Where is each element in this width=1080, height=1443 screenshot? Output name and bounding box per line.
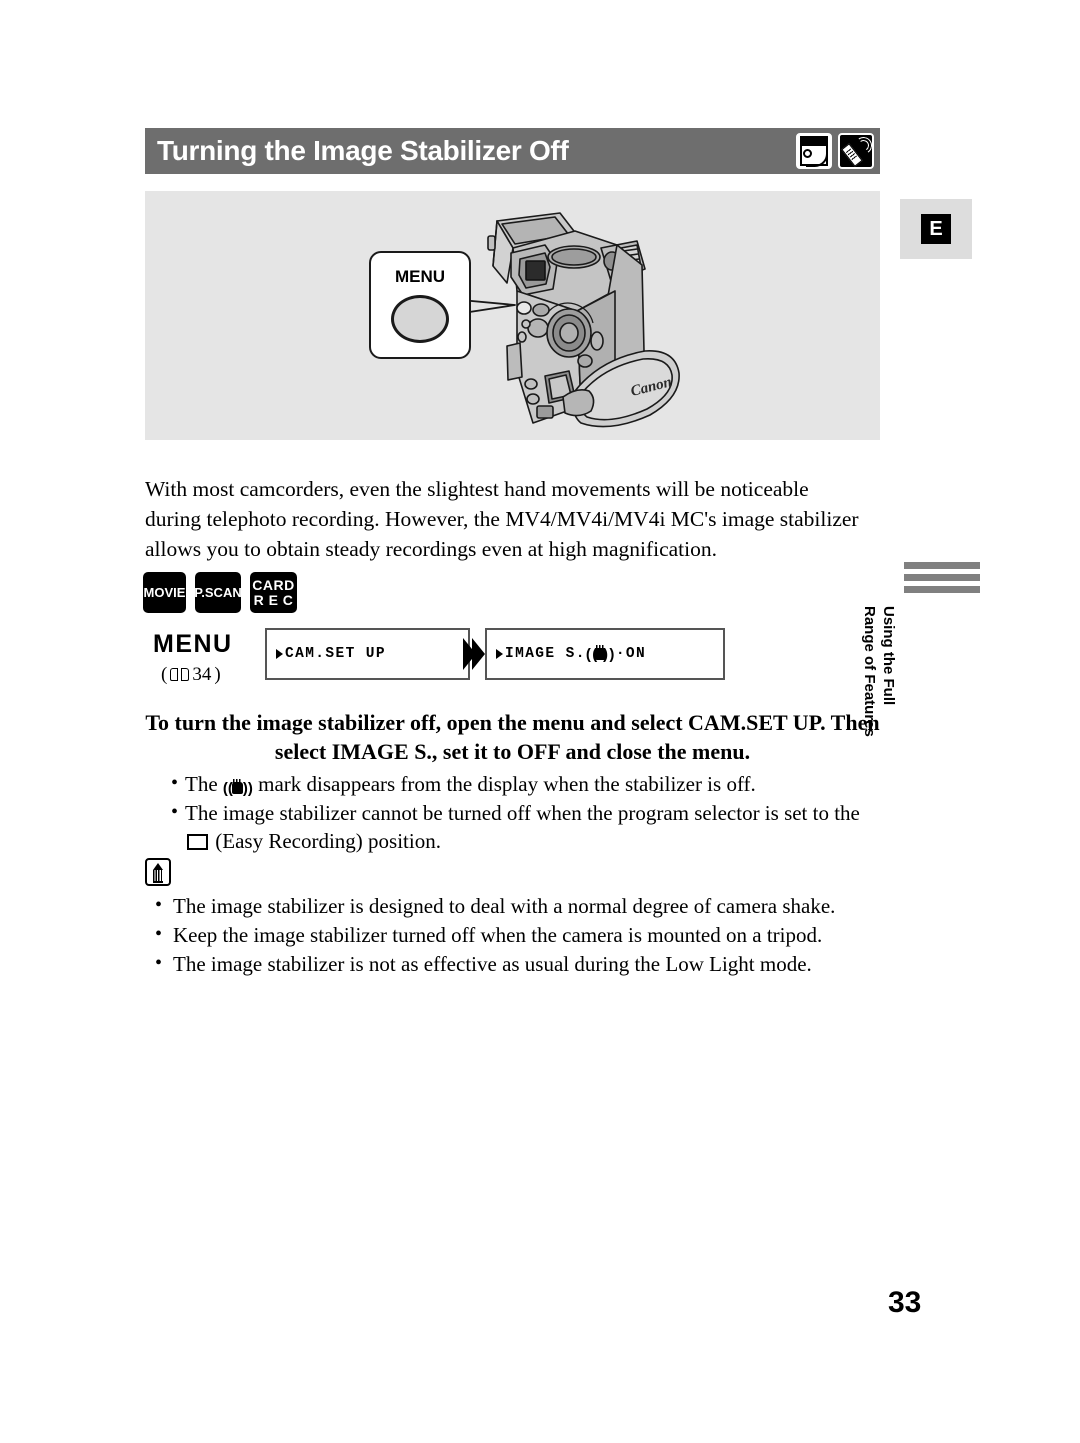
- mode-badge-rec-label: R E C: [253, 591, 294, 608]
- notes-bullet-3: The image stabilizer is not as effective…: [145, 949, 880, 978]
- mode-badge-pscan: P.SCAN: [194, 572, 242, 613]
- side-tab-bar-2: [904, 574, 980, 581]
- language-tab-letter: E: [921, 214, 951, 244]
- instruction-bullet-2: The image stabilizer cannot be turned of…: [145, 798, 880, 855]
- remote-control-icon: [838, 133, 874, 169]
- header-title-bar: Turning the Image Stabilizer Off: [145, 128, 786, 174]
- stabilizer-hand-icon-inline: (()): [222, 779, 253, 797]
- menu-button-graphic: [391, 295, 449, 343]
- instruction-block: To turn the image stabilizer off, open t…: [145, 708, 880, 856]
- page-number: 33: [888, 1286, 922, 1319]
- instruction-heading: To turn the image stabilizer off, open t…: [145, 710, 880, 764]
- note-memo-icon: [145, 858, 171, 886]
- illustration-panel: Canon MENU: [145, 191, 880, 440]
- menu-page-reference: ( 34 ): [161, 664, 221, 686]
- mode-badge-movie: MOVIE: [143, 572, 186, 613]
- reference-page-number: 34: [192, 664, 212, 685]
- language-tab-e: E: [900, 199, 972, 259]
- side-tab-line-2: Range of Features: [861, 606, 878, 737]
- side-tab-text: Using the Full Range of Features: [860, 606, 898, 786]
- book-icon: [170, 668, 190, 682]
- mode-badge-card-label: CARD: [252, 576, 295, 593]
- instruction-bullet-1-pre: The: [185, 772, 223, 796]
- menu-step-2-box: IMAGE S. (()) ·ON: [485, 628, 725, 680]
- mode-badge-pscan-label: P.SCAN: [194, 584, 242, 600]
- intro-paragraph: With most camcorders, even the slightest…: [145, 476, 859, 561]
- stabilizer-hand-icon: (()): [585, 645, 616, 663]
- mode-badge-movie-label: MOVIE: [143, 584, 186, 600]
- side-tab-bar-3: [904, 586, 980, 593]
- cassette-tape-icon: [796, 133, 832, 169]
- instruction-bullet-2-pre: The image stabilizer cannot be turned of…: [185, 801, 860, 825]
- menu-step-1-box: CAM.SET UP: [265, 628, 470, 680]
- reference-paren-close: ): [214, 664, 221, 685]
- menu-step-2-prefix: IMAGE S.: [505, 646, 586, 662]
- chapter-side-tab: Using the Full Range of Features: [861, 562, 984, 782]
- menu-step-2-suffix: ·ON: [615, 646, 647, 662]
- instruction-bullet-list: The (()) mark disappears from the displa…: [145, 769, 880, 855]
- menu-flow-label: MENU: [153, 630, 233, 658]
- notes-bullet-list: The image stabilizer is designed to deal…: [145, 891, 880, 978]
- mode-badge-group: MOVIE P.SCAN CARD R E C: [143, 572, 297, 613]
- notes-bullet-2: Keep the image stabilizer turned off whe…: [145, 920, 880, 949]
- easy-recording-icon: [187, 834, 208, 850]
- side-tab-bars: [904, 562, 980, 598]
- notes-bullet-1: The image stabilizer is designed to deal…: [145, 891, 880, 920]
- instruction-bullet-2-post: (Easy Recording) position.: [210, 829, 441, 853]
- menu-callout-box: MENU: [369, 251, 471, 359]
- flow-arrow-icon: [463, 638, 487, 670]
- reference-paren-open: (: [161, 664, 168, 685]
- camcorder-illustration: Canon: [449, 212, 680, 428]
- header-icon-group: [786, 128, 880, 174]
- page-header: Turning the Image Stabilizer Off: [145, 128, 880, 174]
- menu-flow-diagram: MENU ( 34 ) CAM.SET UP IMAGE S. (()) ·ON: [145, 628, 725, 690]
- instruction-bullet-1-post: mark disappears from the display when th…: [252, 772, 756, 796]
- instruction-bullet-1: The (()) mark disappears from the displa…: [145, 769, 880, 798]
- page-title: Turning the Image Stabilizer Off: [157, 135, 569, 166]
- menu-callout-label: MENU: [394, 267, 446, 286]
- menu-step-1-label: CAM.SET UP: [285, 646, 387, 662]
- menu-cursor-triangle-icon-2: [496, 649, 503, 659]
- side-tab-bar-1: [904, 562, 980, 569]
- side-tab-line-1: Using the Full: [880, 606, 897, 706]
- menu-cursor-triangle-icon: [276, 649, 283, 659]
- notes-block: The image stabilizer is designed to deal…: [145, 858, 880, 979]
- mode-badge-card-rec: CARD R E C: [250, 572, 297, 613]
